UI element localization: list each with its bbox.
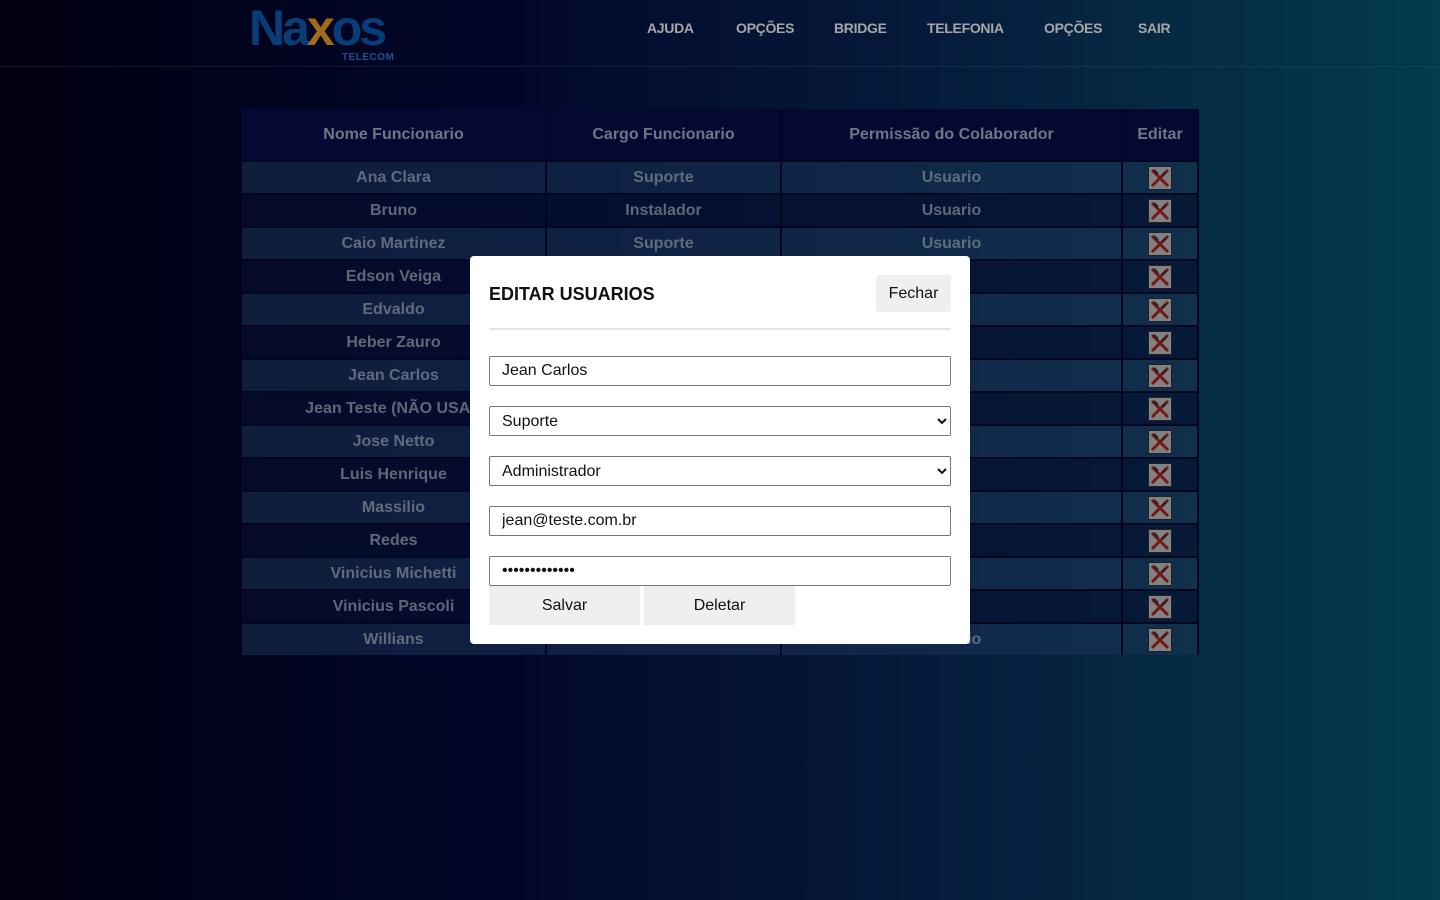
role-select[interactable]: Suporte <box>489 406 951 436</box>
delete-button[interactable]: Deletar <box>644 586 795 625</box>
edit-user-modal: EDITAR USUARIOS Fechar Suporte Administr… <box>470 256 970 644</box>
name-input[interactable] <box>489 356 951 386</box>
permission-select[interactable]: Administrador <box>489 456 951 486</box>
close-button[interactable]: Fechar <box>876 275 951 312</box>
email-input[interactable] <box>489 506 951 536</box>
password-input[interactable] <box>489 556 951 586</box>
save-button[interactable]: Salvar <box>489 586 640 625</box>
modal-divider <box>489 328 951 330</box>
modal-title: EDITAR USUARIOS <box>489 284 655 304</box>
